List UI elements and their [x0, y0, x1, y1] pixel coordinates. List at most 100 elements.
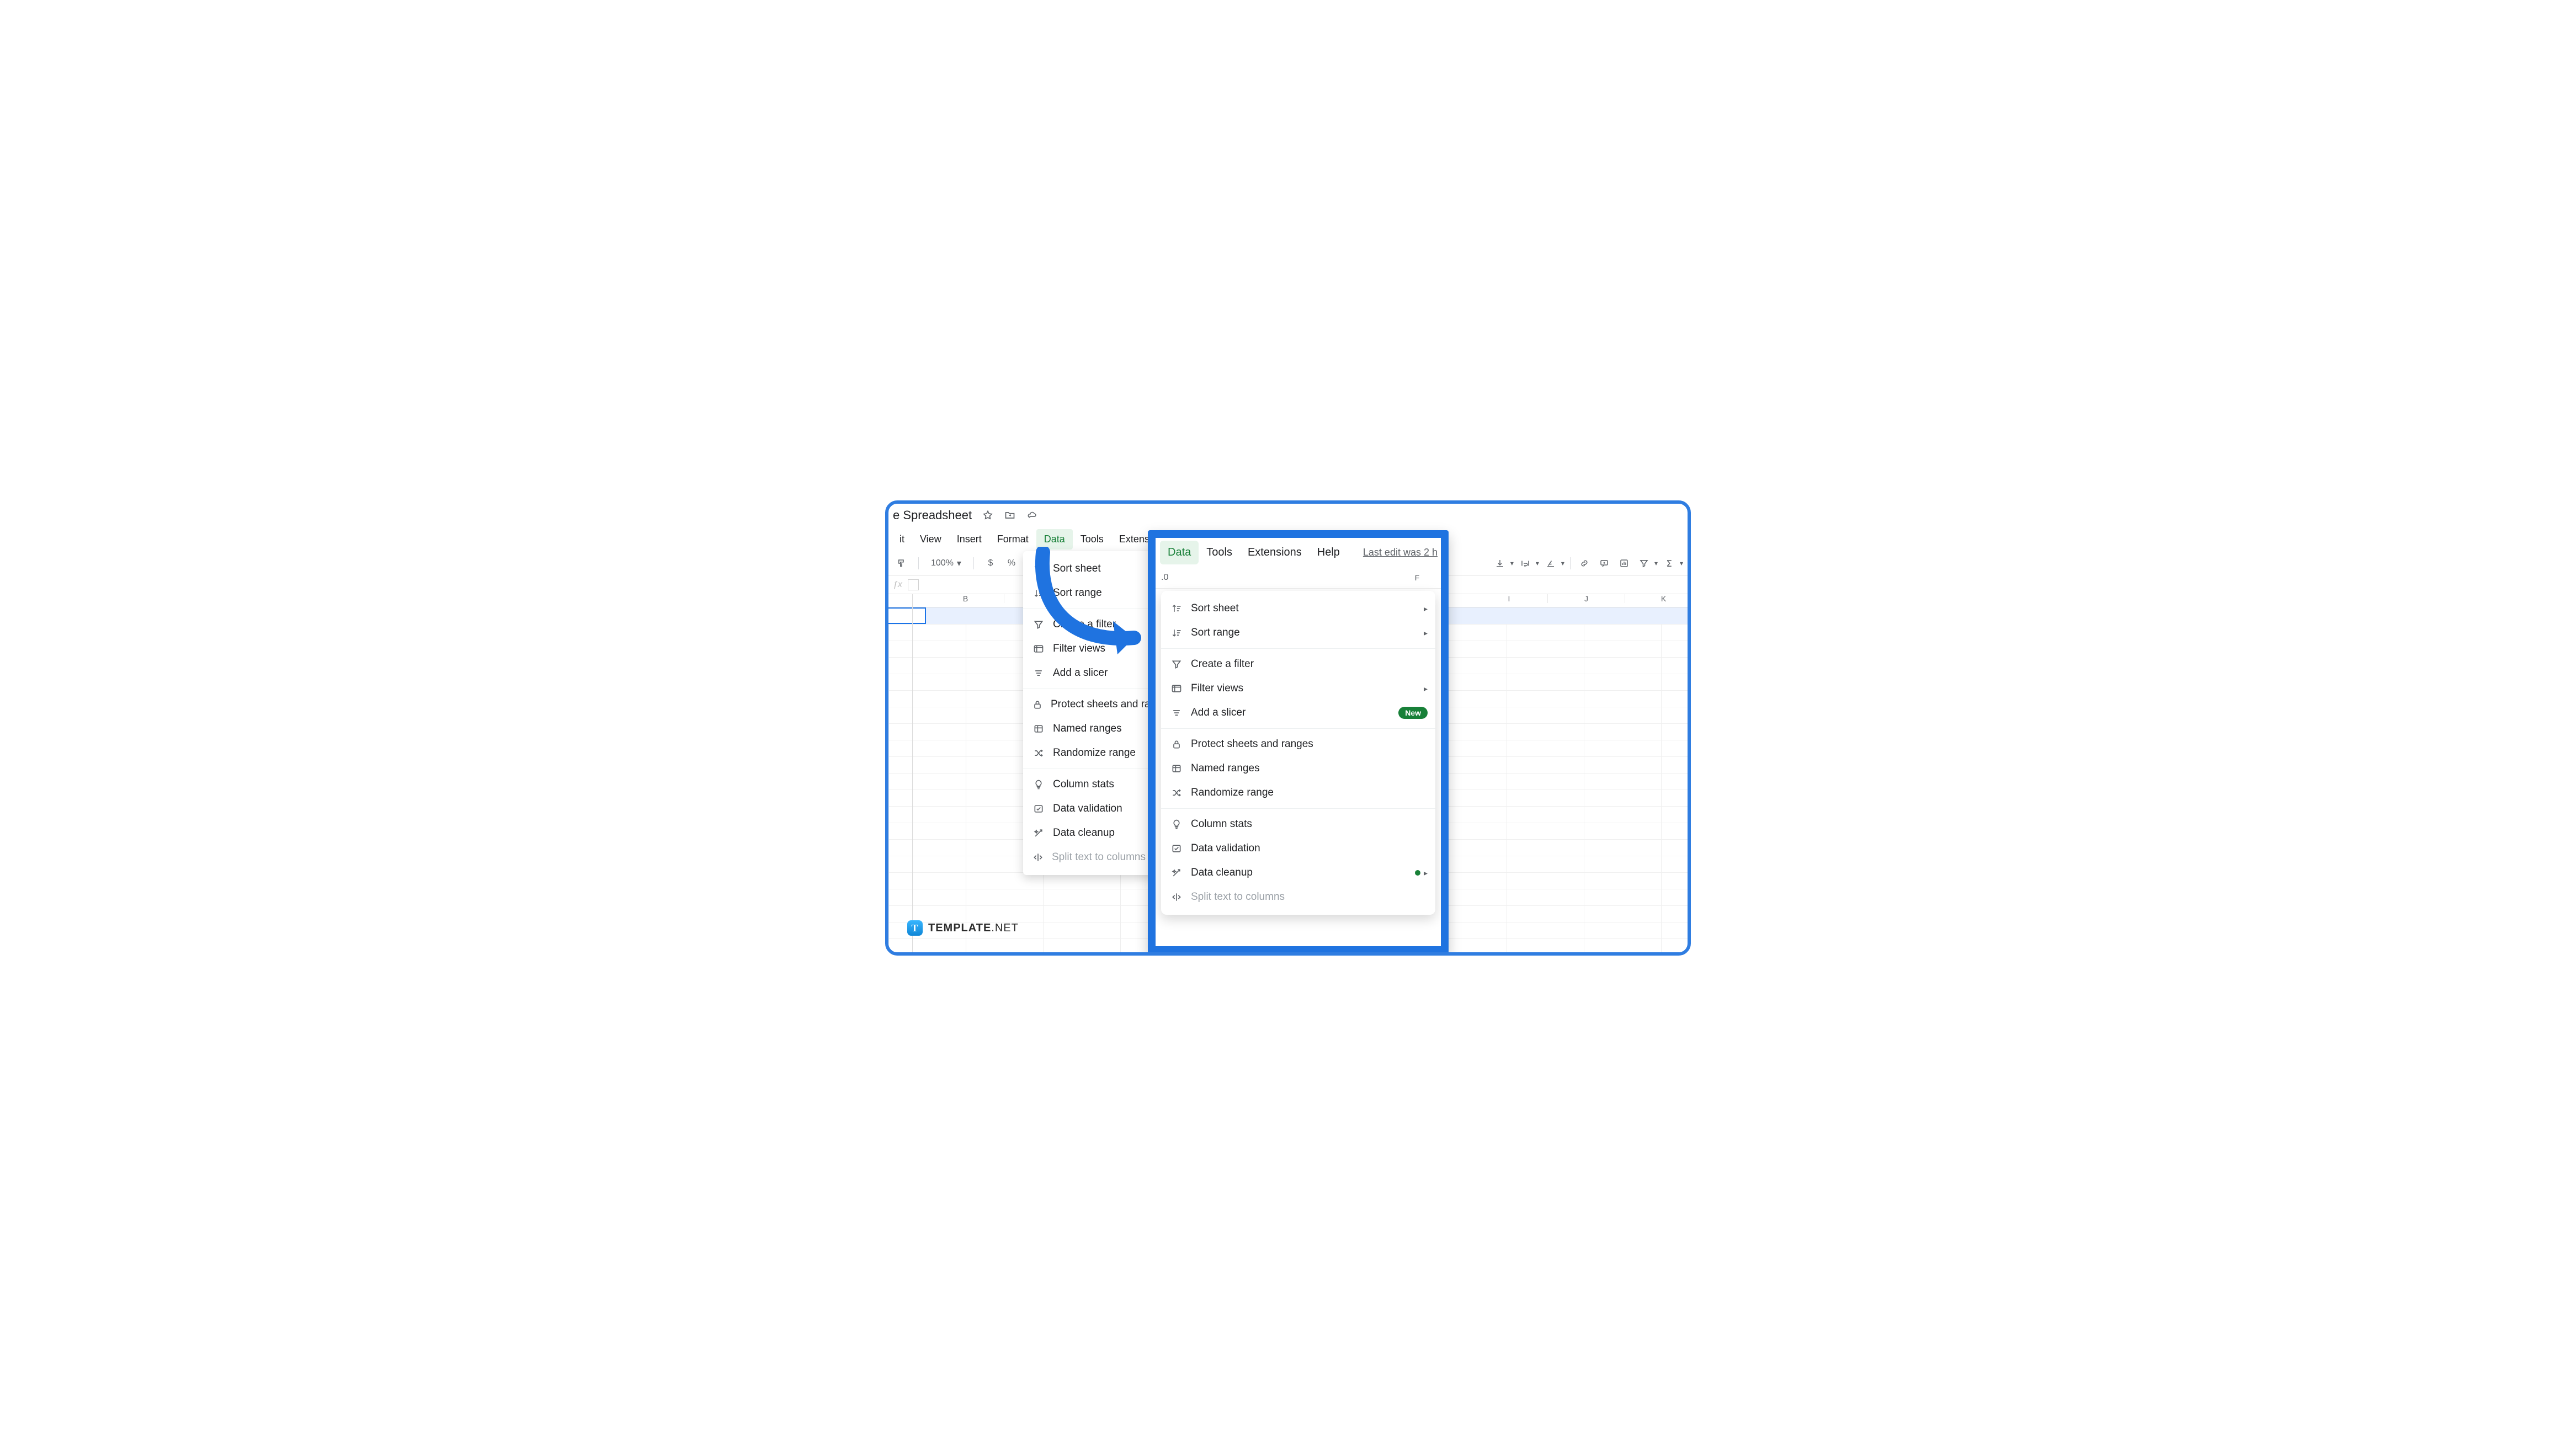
menu-data[interactable]: Data — [1160, 541, 1199, 564]
menu-item-create-a-filter[interactable]: Create a filter — [1023, 612, 1156, 637]
zoom-dropdown[interactable]: 100% ▾ — [928, 558, 965, 569]
foreground-panel: DataToolsExtensionsHelp Last edit was 2 h… — [1148, 530, 1449, 954]
column-header-f: F — [1409, 573, 1425, 582]
column-header[interactable]: K — [1625, 594, 1691, 603]
name-box[interactable] — [908, 579, 919, 590]
chevron-down-icon: ▾ — [1654, 559, 1658, 567]
menu-item-label: Column stats — [1053, 778, 1114, 791]
menu-item-add-a-slicer[interactable]: Add a slicer — [1023, 661, 1156, 685]
text-wrap-icon[interactable] — [1517, 556, 1534, 571]
menu-item-named-ranges[interactable]: Named ranges — [1161, 756, 1435, 781]
menu-tools[interactable]: Tools — [1073, 529, 1111, 550]
shuffle-icon — [1170, 786, 1183, 799]
star-icon[interactable] — [982, 509, 994, 521]
menu-item-randomize-range[interactable]: Randomize range — [1161, 781, 1435, 805]
menu-item-label: Filter views — [1053, 643, 1105, 655]
toolstrip-hint: .0 — [1161, 573, 1168, 583]
slicer-icon — [1170, 706, 1183, 719]
watermark: T TEMPLATE.NET — [907, 920, 1019, 936]
menu-item-label: Data cleanup — [1053, 827, 1115, 839]
lock-icon — [1032, 698, 1043, 711]
menu-item-label: Protect sheets and ra — [1051, 698, 1151, 711]
menu-item-sort-range[interactable]: Sort range — [1023, 581, 1156, 605]
menu-item-data-cleanup[interactable]: Data cleanup — [1023, 821, 1156, 845]
menu-item-label: Filter views — [1191, 682, 1243, 695]
watermark-logo: T — [907, 920, 923, 936]
menu-item-label: Data validation — [1191, 842, 1260, 855]
select-all-box[interactable] — [888, 594, 913, 607]
menu-item-randomize-range[interactable]: Randomize range — [1023, 741, 1156, 765]
menu-item-column-stats[interactable]: Column stats — [1023, 772, 1156, 797]
menu-item-add-a-slicer[interactable]: Add a slicerNew — [1161, 701, 1435, 725]
watermark-domain: .NET — [991, 922, 1019, 934]
chevron-right-icon: ▸ — [1424, 628, 1428, 638]
move-to-folder-icon[interactable] — [1004, 509, 1016, 521]
title-bar: e Spreadsheet — [888, 504, 1688, 527]
menu-bar-foreground: DataToolsExtensionsHelp Last edit was 2 h — [1156, 538, 1441, 567]
submenu-indicator: ▸ — [1415, 868, 1428, 878]
menu-item-label: Column stats — [1191, 818, 1252, 830]
menu-insert[interactable]: Insert — [949, 529, 989, 550]
menu-item-protect-sheets-and-ra[interactable]: Protect sheets and ra — [1023, 692, 1156, 717]
bulb-icon — [1170, 818, 1183, 831]
insert-link-icon[interactable] — [1576, 556, 1593, 571]
data-menu-foreground: Sort sheet▸Sort range▸ Create a filter Fil… — [1161, 591, 1435, 915]
paint-format-icon[interactable] — [894, 556, 909, 571]
filter-views-icon — [1170, 682, 1183, 695]
menu-item-filter-views[interactable]: Filter views▸ — [1161, 676, 1435, 701]
menu-item-data-cleanup[interactable]: Data cleanup ▸ — [1161, 861, 1435, 885]
filter-icon — [1032, 618, 1045, 631]
menu-help[interactable]: Help — [1310, 541, 1348, 564]
create-filter-icon[interactable] — [1636, 556, 1652, 571]
menu-format[interactable]: Format — [989, 529, 1036, 550]
menu-item-filter-views[interactable]: Filter views — [1023, 637, 1156, 661]
menu-view[interactable]: View — [912, 529, 949, 550]
menu-extensions[interactable]: Extensions — [1240, 541, 1310, 564]
menu-item-sort-range[interactable]: Sort range▸ — [1161, 621, 1435, 645]
named-ranges-icon — [1032, 722, 1045, 735]
chevron-down-icon: ▾ — [1680, 559, 1683, 567]
screenshot-canvas: e Spreadsheet itViewInsertFormatDataTool… — [885, 500, 1691, 956]
data-menu-background: Sort sheet Sort range Create a filter Filte… — [1023, 551, 1156, 875]
column-header[interactable]: J — [1548, 594, 1625, 603]
filter-views-icon — [1032, 642, 1045, 655]
chevron-down-icon: ▾ — [957, 558, 961, 569]
separator — [973, 557, 974, 569]
menu-it[interactable]: it — [892, 529, 912, 550]
sort-icon — [1170, 602, 1183, 615]
split-columns-icon — [1032, 851, 1044, 864]
menu-item-label: Randomize range — [1053, 747, 1136, 759]
menu-item-label: Create a filter — [1191, 658, 1254, 670]
menu-tools[interactable]: Tools — [1199, 541, 1240, 564]
row-headers — [888, 607, 913, 952]
menu-data[interactable]: Data — [1036, 529, 1073, 550]
last-edit-link[interactable]: Last edit was 2 h — [1363, 547, 1438, 558]
chevron-right-icon: ▸ — [1424, 604, 1428, 614]
column-header[interactable]: I — [1471, 594, 1548, 603]
menu-item-column-stats[interactable]: Column stats — [1161, 812, 1435, 836]
insert-comment-icon[interactable] — [1596, 556, 1612, 571]
functions-sigma-icon[interactable] — [1661, 556, 1678, 571]
text-rotate-icon[interactable] — [1542, 556, 1559, 571]
column-header[interactable]: B — [927, 594, 1004, 603]
saved-to-drive-icon[interactable] — [1026, 509, 1038, 521]
menu-item-protect-sheets-and-ranges[interactable]: Protect sheets and ranges — [1161, 732, 1435, 756]
split-columns-icon — [1170, 890, 1183, 904]
vertical-align-icon[interactable] — [1492, 556, 1508, 571]
format-currency-button[interactable]: $ — [983, 556, 998, 571]
shuffle-icon — [1032, 746, 1045, 760]
menu-item-sort-sheet[interactable]: Sort sheet▸ — [1161, 596, 1435, 621]
menu-item-data-validation[interactable]: Data validation — [1161, 836, 1435, 861]
menu-item-create-a-filter[interactable]: Create a filter — [1161, 652, 1435, 676]
menu-item-label: Sort sheet — [1053, 563, 1101, 575]
menu-item-sort-sheet[interactable]: Sort sheet — [1023, 557, 1156, 581]
menu-item-label: Data cleanup — [1191, 867, 1253, 879]
menu-item-named-ranges[interactable]: Named ranges — [1023, 717, 1156, 741]
menu-item-label: Split text to columns — [1052, 851, 1146, 863]
new-badge: New — [1398, 707, 1428, 719]
format-percent-button[interactable]: % — [1004, 556, 1019, 571]
insert-chart-icon[interactable] — [1616, 556, 1632, 571]
foreground-toolstrip: .0 F — [1156, 567, 1441, 589]
menu-item-data-validation[interactable]: Data validation — [1023, 797, 1156, 821]
watermark-brand: TEMPLATE — [928, 922, 991, 934]
